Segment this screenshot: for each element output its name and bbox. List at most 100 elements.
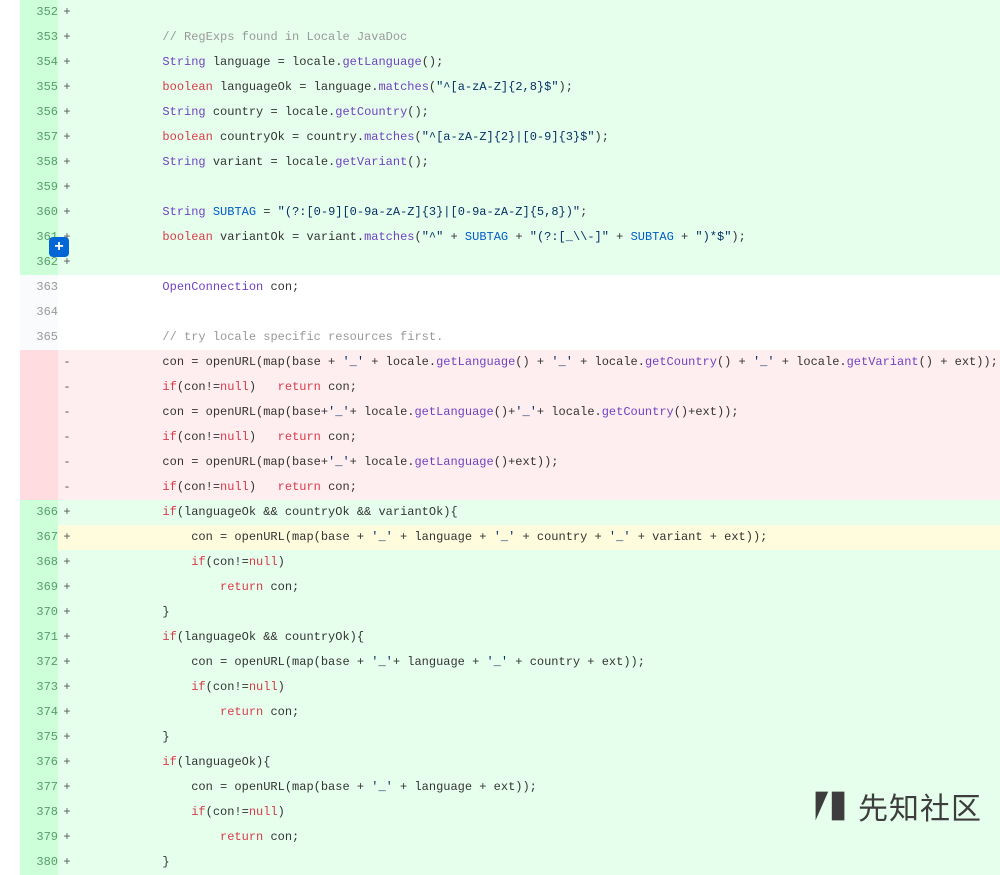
- code-content[interactable]: if(con!=null) return con;: [76, 475, 1000, 500]
- new-line-number: 380: [20, 850, 58, 875]
- code-content[interactable]: return con;: [76, 575, 1000, 600]
- code-content[interactable]: if(languageOk && countryOk && variantOk)…: [76, 500, 1000, 525]
- code-content[interactable]: if(con!=null) return con;: [76, 425, 1000, 450]
- code-content[interactable]: if(con!=null): [76, 550, 1000, 575]
- old-line-number: [0, 200, 20, 225]
- diff-line[interactable]: 365 // try locale specific resources fir…: [0, 325, 1000, 350]
- old-line-number: [0, 25, 20, 50]
- code-content[interactable]: String SUBTAG = "(?:[0-9][0-9a-zA-Z]{3}|…: [76, 200, 1000, 225]
- diff-line[interactable]: - if(con!=null) return con;: [0, 425, 1000, 450]
- diff-line[interactable]: 358+ String variant = locale.getVariant(…: [0, 150, 1000, 175]
- diff-line[interactable]: 360+ String SUBTAG = "(?:[0-9][0-9a-zA-Z…: [0, 200, 1000, 225]
- code-content[interactable]: OpenConnection con;: [76, 275, 1000, 300]
- diff-line[interactable]: 367+ con = openURL(map(base + '_' + lang…: [0, 525, 1000, 550]
- new-line-number: 358: [20, 150, 58, 175]
- diff-line[interactable]: - if(con!=null) return con;: [0, 475, 1000, 500]
- diff-line[interactable]: 355+ boolean languageOk = language.match…: [0, 75, 1000, 100]
- code-content[interactable]: [76, 250, 1000, 275]
- code-content[interactable]: if(con!=null): [76, 675, 1000, 700]
- code-content[interactable]: boolean variantOk = variant.matches("^" …: [76, 225, 1000, 250]
- code-content[interactable]: return con;: [76, 825, 1000, 850]
- diff-line[interactable]: 354+ String language = locale.getLanguag…: [0, 50, 1000, 75]
- code-content[interactable]: con = openURL(map(base + '_' + language …: [76, 525, 1000, 550]
- diff-line[interactable]: - con = openURL(map(base+'_'+ locale.get…: [0, 450, 1000, 475]
- diff-marker: +: [58, 625, 76, 650]
- code-content[interactable]: [76, 0, 1000, 25]
- old-line-number: [0, 525, 20, 550]
- diff-marker: +: [58, 150, 76, 175]
- code-content[interactable]: con = openURL(map(base+'_'+ locale.getLa…: [76, 400, 1000, 425]
- code-content[interactable]: if(languageOk && countryOk){: [76, 625, 1000, 650]
- old-line-number: [0, 750, 20, 775]
- diff-line[interactable]: - con = openURL(map(base+'_'+ locale.get…: [0, 400, 1000, 425]
- add-comment-button[interactable]: +: [49, 237, 69, 257]
- diff-marker: +: [58, 75, 76, 100]
- new-line-number: 377: [20, 775, 58, 800]
- diff-line[interactable]: 359+: [0, 175, 1000, 200]
- diff-line[interactable]: 361+ boolean variantOk = variant.matches…: [0, 225, 1000, 250]
- code-content[interactable]: con = openURL(map(base + '_'+ language +…: [76, 650, 1000, 675]
- diff-line[interactable]: 356+ String country = locale.getCountry(…: [0, 100, 1000, 125]
- diff-line[interactable]: 357+ boolean countryOk = country.matches…: [0, 125, 1000, 150]
- diff-line[interactable]: 380+ }: [0, 850, 1000, 875]
- diff-marker: +: [58, 700, 76, 725]
- diff-line[interactable]: 369+ return con;: [0, 575, 1000, 600]
- diff-line[interactable]: 375+ }: [0, 725, 1000, 750]
- diff-line[interactable]: 370+ }: [0, 600, 1000, 625]
- code-content[interactable]: con = openURL(map(base+'_'+ locale.getLa…: [76, 450, 1000, 475]
- diff-marker: [58, 275, 76, 300]
- diff-line[interactable]: 379+ return con;: [0, 825, 1000, 850]
- code-content[interactable]: return con;: [76, 700, 1000, 725]
- diff-line[interactable]: 373+ if(con!=null): [0, 675, 1000, 700]
- new-line-number: [20, 475, 58, 500]
- code-content[interactable]: // try locale specific resources first.: [76, 325, 1000, 350]
- diff-line[interactable]: 364: [0, 300, 1000, 325]
- code-content[interactable]: }: [76, 850, 1000, 875]
- code-content[interactable]: boolean countryOk = country.matches("^[a…: [76, 125, 1000, 150]
- code-content[interactable]: }: [76, 725, 1000, 750]
- diff-marker: +: [58, 800, 76, 825]
- code-content[interactable]: [76, 300, 1000, 325]
- code-content[interactable]: String language = locale.getLanguage();: [76, 50, 1000, 75]
- diff-line[interactable]: 374+ return con;: [0, 700, 1000, 725]
- new-line-number: [20, 400, 58, 425]
- diff-line[interactable]: 372+ con = openURL(map(base + '_'+ langu…: [0, 650, 1000, 675]
- code-content[interactable]: con = openURL(map(base + '_' + locale.ge…: [76, 350, 1000, 375]
- new-line-number: 353: [20, 25, 58, 50]
- old-line-number: [0, 600, 20, 625]
- diff-line[interactable]: 362+: [0, 250, 1000, 275]
- code-content[interactable]: if(con!=null) return con;: [76, 375, 1000, 400]
- old-line-number: [0, 100, 20, 125]
- diff-marker: +: [58, 175, 76, 200]
- diff-marker: +: [58, 200, 76, 225]
- old-line-number: [0, 275, 20, 300]
- code-content[interactable]: String country = locale.getCountry();: [76, 100, 1000, 125]
- diff-line[interactable]: - if(con!=null) return con;: [0, 375, 1000, 400]
- code-content[interactable]: }: [76, 600, 1000, 625]
- new-line-number: 367: [20, 525, 58, 550]
- diff-line[interactable]: 376+ if(languageOk){: [0, 750, 1000, 775]
- code-content[interactable]: String variant = locale.getVariant();: [76, 150, 1000, 175]
- diff-line[interactable]: 371+ if(languageOk && countryOk){: [0, 625, 1000, 650]
- code-content[interactable]: // RegExps found in Locale JavaDoc: [76, 25, 1000, 50]
- old-line-number: [0, 375, 20, 400]
- code-content[interactable]: if(languageOk){: [76, 750, 1000, 775]
- diff-line[interactable]: 366+ if(languageOk && countryOk && varia…: [0, 500, 1000, 525]
- diff-marker: +: [58, 25, 76, 50]
- old-line-number: [0, 325, 20, 350]
- diff-line[interactable]: 368+ if(con!=null): [0, 550, 1000, 575]
- diff-line[interactable]: 363 OpenConnection con;: [0, 275, 1000, 300]
- diff-marker: +: [58, 650, 76, 675]
- old-line-number: [0, 500, 20, 525]
- diff-marker: +: [58, 725, 76, 750]
- code-content[interactable]: boolean languageOk = language.matches("^…: [76, 75, 1000, 100]
- diff-marker: -: [58, 375, 76, 400]
- diff-marker: +: [58, 575, 76, 600]
- old-line-number: [0, 775, 20, 800]
- diff-line[interactable]: 352+: [0, 0, 1000, 25]
- code-content[interactable]: [76, 175, 1000, 200]
- diff-marker: +: [58, 675, 76, 700]
- diff-line[interactable]: 353+ // RegExps found in Locale JavaDoc: [0, 25, 1000, 50]
- old-line-number: [0, 700, 20, 725]
- diff-line[interactable]: - con = openURL(map(base + '_' + locale.…: [0, 350, 1000, 375]
